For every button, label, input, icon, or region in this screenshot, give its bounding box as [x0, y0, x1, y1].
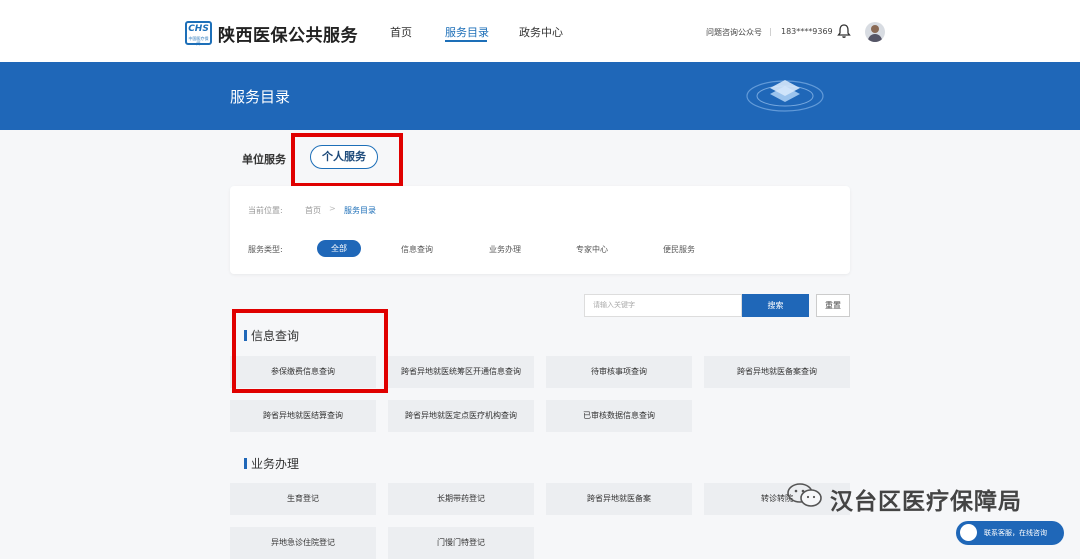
banner-decoration-icon — [746, 80, 824, 112]
service-item[interactable]: 转诊转院 — [704, 483, 850, 515]
highlight-box-personal — [291, 133, 403, 187]
top-navbar: CHS 中国医疗保障 陕西医保公共服务 首页 服务目录 政务中心 问题咨询公众号… — [0, 0, 1080, 62]
service-item[interactable]: 已审核数据信息查询 — [546, 400, 692, 432]
service-item[interactable]: 跨省异地就医结算查询 — [230, 400, 376, 432]
reset-button[interactable]: 重置 — [816, 294, 850, 317]
service-item[interactable]: 门慢门特登记 — [388, 527, 534, 559]
section-marker — [244, 458, 247, 469]
brand-title[interactable]: 陕西医保公共服务 — [218, 21, 358, 46]
filter-card — [230, 186, 850, 274]
page-banner: 服务目录 — [0, 62, 1080, 130]
tab-unit-service[interactable]: 单位服务 — [242, 151, 286, 167]
service-item[interactable]: 跨省异地就医定点医疗机构查询 — [388, 400, 534, 432]
filter-convenience[interactable]: 便民服务 — [663, 244, 695, 255]
bell-icon[interactable] — [836, 23, 852, 39]
service-item[interactable]: 异地急诊住院登记 — [230, 527, 376, 559]
filter-business[interactable]: 业务办理 — [489, 244, 521, 255]
breadcrumb-current: 服务目录 — [344, 206, 376, 215]
wechat-icon — [787, 483, 822, 507]
consult-account-link[interactable]: 问题咨询公众号 — [706, 27, 762, 38]
search-input[interactable]: 请输入关键字 — [584, 294, 742, 317]
search-button[interactable]: 搜索 — [742, 294, 809, 317]
avatar[interactable] — [865, 22, 885, 42]
nav-home[interactable]: 首页 — [390, 24, 412, 40]
chs-logo[interactable]: CHS 中国医疗保障 — [185, 21, 212, 46]
breadcrumb-home[interactable]: 首页 — [305, 205, 321, 216]
service-item[interactable]: 长期带药登记 — [388, 483, 534, 515]
header-separator: | — [769, 27, 772, 36]
service-item[interactable]: 跨省异地就医统筹区开通信息查询 — [388, 356, 534, 388]
logo-subtext: 中国医疗保障 — [188, 36, 209, 46]
breadcrumb-separator: > — [329, 204, 336, 213]
service-item[interactable]: 跨省异地就医备案 — [546, 483, 692, 515]
section-title-business: 业务办理 — [251, 457, 300, 471]
page-title: 服务目录 — [230, 88, 291, 106]
user-phone[interactable]: 183****9369 — [781, 27, 833, 36]
logo-text: CHS — [188, 24, 209, 34]
nav-service-catalog[interactable]: 服务目录 — [445, 24, 489, 40]
nav-active-underline — [445, 40, 487, 42]
highlight-box-info-query — [232, 309, 388, 393]
filter-all[interactable]: 全部 — [317, 240, 361, 257]
service-type-label: 服务类型: — [248, 245, 283, 254]
chat-icon — [960, 524, 977, 541]
filter-info-query[interactable]: 信息查询 — [401, 244, 433, 255]
nav-government-center[interactable]: 政务中心 — [519, 24, 563, 40]
service-item[interactable]: 待审核事项查询 — [546, 356, 692, 388]
filter-expert-center[interactable]: 专家中心 — [576, 244, 608, 255]
breadcrumb-label: 当前位置: — [248, 206, 283, 215]
watermark-text: 汉台区医疗保障局 — [830, 489, 1022, 515]
service-item[interactable]: 生育登记 — [230, 483, 376, 515]
service-item[interactable]: 跨省异地就医备案查询 — [704, 356, 850, 388]
